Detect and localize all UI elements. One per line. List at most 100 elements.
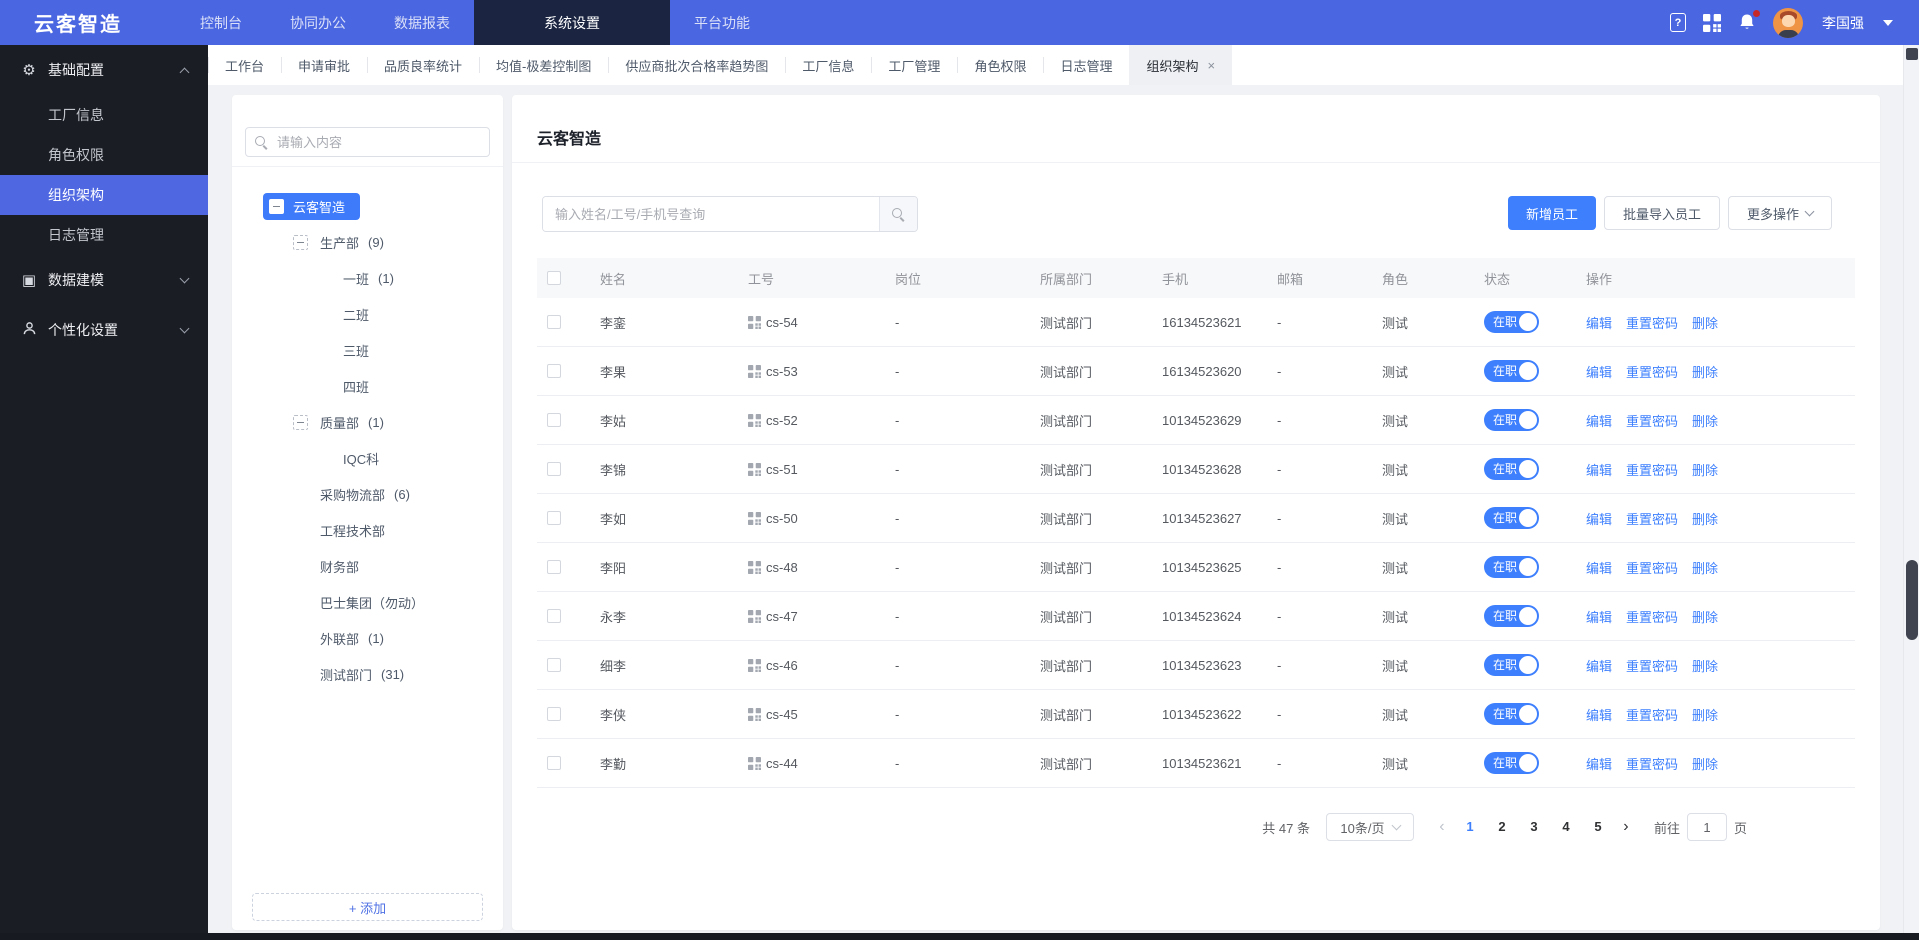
tree-node-2[interactable]: 生产部 (9): [232, 224, 503, 260]
tab-1[interactable]: 工作台: [208, 45, 281, 85]
row-checkbox[interactable]: [547, 511, 561, 525]
qr-code-icon[interactable]: [748, 609, 761, 623]
action-delete-link[interactable]: 删除: [1692, 754, 1718, 773]
prev-page-button[interactable]: ‹: [1430, 818, 1454, 836]
nav-item-5[interactable]: 平台功能: [670, 0, 774, 45]
action-reset-password-link[interactable]: 重置密码: [1626, 509, 1678, 528]
row-checkbox[interactable]: [547, 560, 561, 574]
qr-code-icon[interactable]: [748, 413, 761, 427]
tree-collapse-icon[interactable]: [269, 198, 284, 214]
tree-node-10[interactable]: 工程技术部: [232, 512, 503, 548]
action-edit-link[interactable]: 编辑: [1586, 411, 1612, 430]
user-name[interactable]: 李国强: [1822, 13, 1864, 33]
sidebar-group-1[interactable]: ⚙ 基础配置: [0, 45, 208, 95]
tree-node-1[interactable]: 云客智造: [232, 188, 503, 224]
action-delete-link[interactable]: 删除: [1692, 411, 1718, 430]
tree-collapse-icon[interactable]: [293, 414, 308, 430]
status-switch[interactable]: 在职: [1484, 605, 1539, 627]
status-switch[interactable]: 在职: [1484, 458, 1539, 480]
tree-node-3[interactable]: 一班 (1): [232, 260, 503, 296]
action-delete-link[interactable]: 删除: [1692, 509, 1718, 528]
status-switch[interactable]: 在职: [1484, 360, 1539, 382]
tab-5[interactable]: 供应商批次合格率趋势图: [608, 45, 785, 85]
qr-code-icon[interactable]: [748, 511, 761, 525]
action-reset-password-link[interactable]: 重置密码: [1626, 460, 1678, 479]
status-switch[interactable]: 在职: [1484, 703, 1539, 725]
nav-item-2[interactable]: 协同办公: [266, 0, 370, 45]
tree-node-13[interactable]: 外联部 (1): [232, 620, 503, 656]
tree-node-selected[interactable]: 云客智造: [263, 192, 361, 220]
page-number-4[interactable]: 4: [1552, 813, 1580, 841]
qr-code-icon[interactable]: [748, 658, 761, 672]
action-edit-link[interactable]: 编辑: [1586, 705, 1612, 724]
action-edit-link[interactable]: 编辑: [1586, 362, 1612, 381]
action-reset-password-link[interactable]: 重置密码: [1626, 705, 1678, 724]
action-reset-password-link[interactable]: 重置密码: [1626, 558, 1678, 577]
tree-node-7[interactable]: 质量部 (1): [232, 404, 503, 440]
tree-search-input[interactable]: [275, 133, 480, 151]
qrcode-icon[interactable]: [1703, 13, 1721, 32]
select-all-checkbox[interactable]: [547, 271, 561, 285]
tree-node-11[interactable]: 财务部: [232, 548, 503, 584]
qr-code-icon[interactable]: [748, 707, 761, 721]
tree-node-4[interactable]: 二班: [232, 296, 503, 332]
nav-item-4[interactable]: 系统设置: [474, 0, 670, 45]
sidebar-item-1-4[interactable]: 日志管理: [0, 215, 208, 255]
tab-7[interactable]: 工厂管理: [871, 45, 957, 85]
tree-collapse-icon[interactable]: [293, 234, 308, 250]
tab-6[interactable]: 工厂信息: [785, 45, 871, 85]
page-number-2[interactable]: 2: [1488, 813, 1516, 841]
status-switch[interactable]: 在职: [1484, 409, 1539, 431]
row-checkbox[interactable]: [547, 707, 561, 721]
sidebar-item-1-2[interactable]: 角色权限: [0, 135, 208, 175]
tab-close-icon[interactable]: ×: [1207, 59, 1215, 72]
qr-code-icon[interactable]: [748, 462, 761, 476]
tree-search-box[interactable]: [245, 127, 490, 157]
tab-10[interactable]: 组织架构 ×: [1129, 45, 1233, 85]
action-reset-password-link[interactable]: 重置密码: [1626, 656, 1678, 675]
action-edit-link[interactable]: 编辑: [1586, 558, 1612, 577]
goto-page-input[interactable]: [1686, 813, 1727, 841]
status-switch[interactable]: 在职: [1484, 556, 1539, 578]
nav-item-3[interactable]: 数据报表: [370, 0, 474, 45]
action-edit-link[interactable]: 编辑: [1586, 656, 1612, 675]
qr-code-icon[interactable]: [748, 560, 761, 574]
status-switch[interactable]: 在职: [1484, 654, 1539, 676]
scrollbar-up-arrow[interactable]: [1906, 48, 1918, 60]
bulk-import-button[interactable]: 批量导入员工: [1603, 196, 1720, 230]
qr-code-icon[interactable]: [748, 315, 761, 329]
employee-search-input[interactable]: [543, 197, 879, 231]
sidebar-item-1-3[interactable]: 组织架构: [0, 175, 208, 215]
action-delete-link[interactable]: 删除: [1692, 558, 1718, 577]
sidebar-group-2[interactable]: ▣ 数据建模: [0, 255, 208, 305]
search-button[interactable]: [879, 197, 917, 231]
action-edit-link[interactable]: 编辑: [1586, 607, 1612, 626]
action-delete-link[interactable]: 删除: [1692, 362, 1718, 381]
next-page-button[interactable]: ›: [1614, 818, 1638, 836]
page-number-3[interactable]: 3: [1520, 813, 1548, 841]
row-checkbox[interactable]: [547, 315, 561, 329]
tree-node-12[interactable]: 巴士集团（勿动）: [232, 584, 503, 620]
tab-3[interactable]: 品质良率统计: [367, 45, 479, 85]
action-edit-link[interactable]: 编辑: [1586, 460, 1612, 479]
row-checkbox[interactable]: [547, 658, 561, 672]
status-switch[interactable]: 在职: [1484, 752, 1539, 774]
avatar[interactable]: [1773, 7, 1803, 38]
action-delete-link[interactable]: 删除: [1692, 607, 1718, 626]
scrollbar-thumb[interactable]: [1906, 560, 1918, 640]
action-reset-password-link[interactable]: 重置密码: [1626, 362, 1678, 381]
status-switch[interactable]: 在职: [1484, 507, 1539, 529]
sidebar-group-3[interactable]: 个性化设置: [0, 305, 208, 355]
help-icon[interactable]: ?: [1670, 13, 1686, 32]
tab-8[interactable]: 角色权限: [957, 45, 1043, 85]
qr-code-icon[interactable]: [748, 756, 761, 770]
action-reset-password-link[interactable]: 重置密码: [1626, 754, 1678, 773]
action-delete-link[interactable]: 删除: [1692, 705, 1718, 724]
row-checkbox[interactable]: [547, 462, 561, 476]
bell-icon[interactable]: [1738, 9, 1761, 32]
action-reset-password-link[interactable]: 重置密码: [1626, 313, 1678, 332]
nav-item-1[interactable]: 控制台: [176, 0, 266, 45]
row-checkbox[interactable]: [547, 756, 561, 770]
action-edit-link[interactable]: 编辑: [1586, 313, 1612, 332]
tree-node-9[interactable]: 采购物流部 (6): [232, 476, 503, 512]
